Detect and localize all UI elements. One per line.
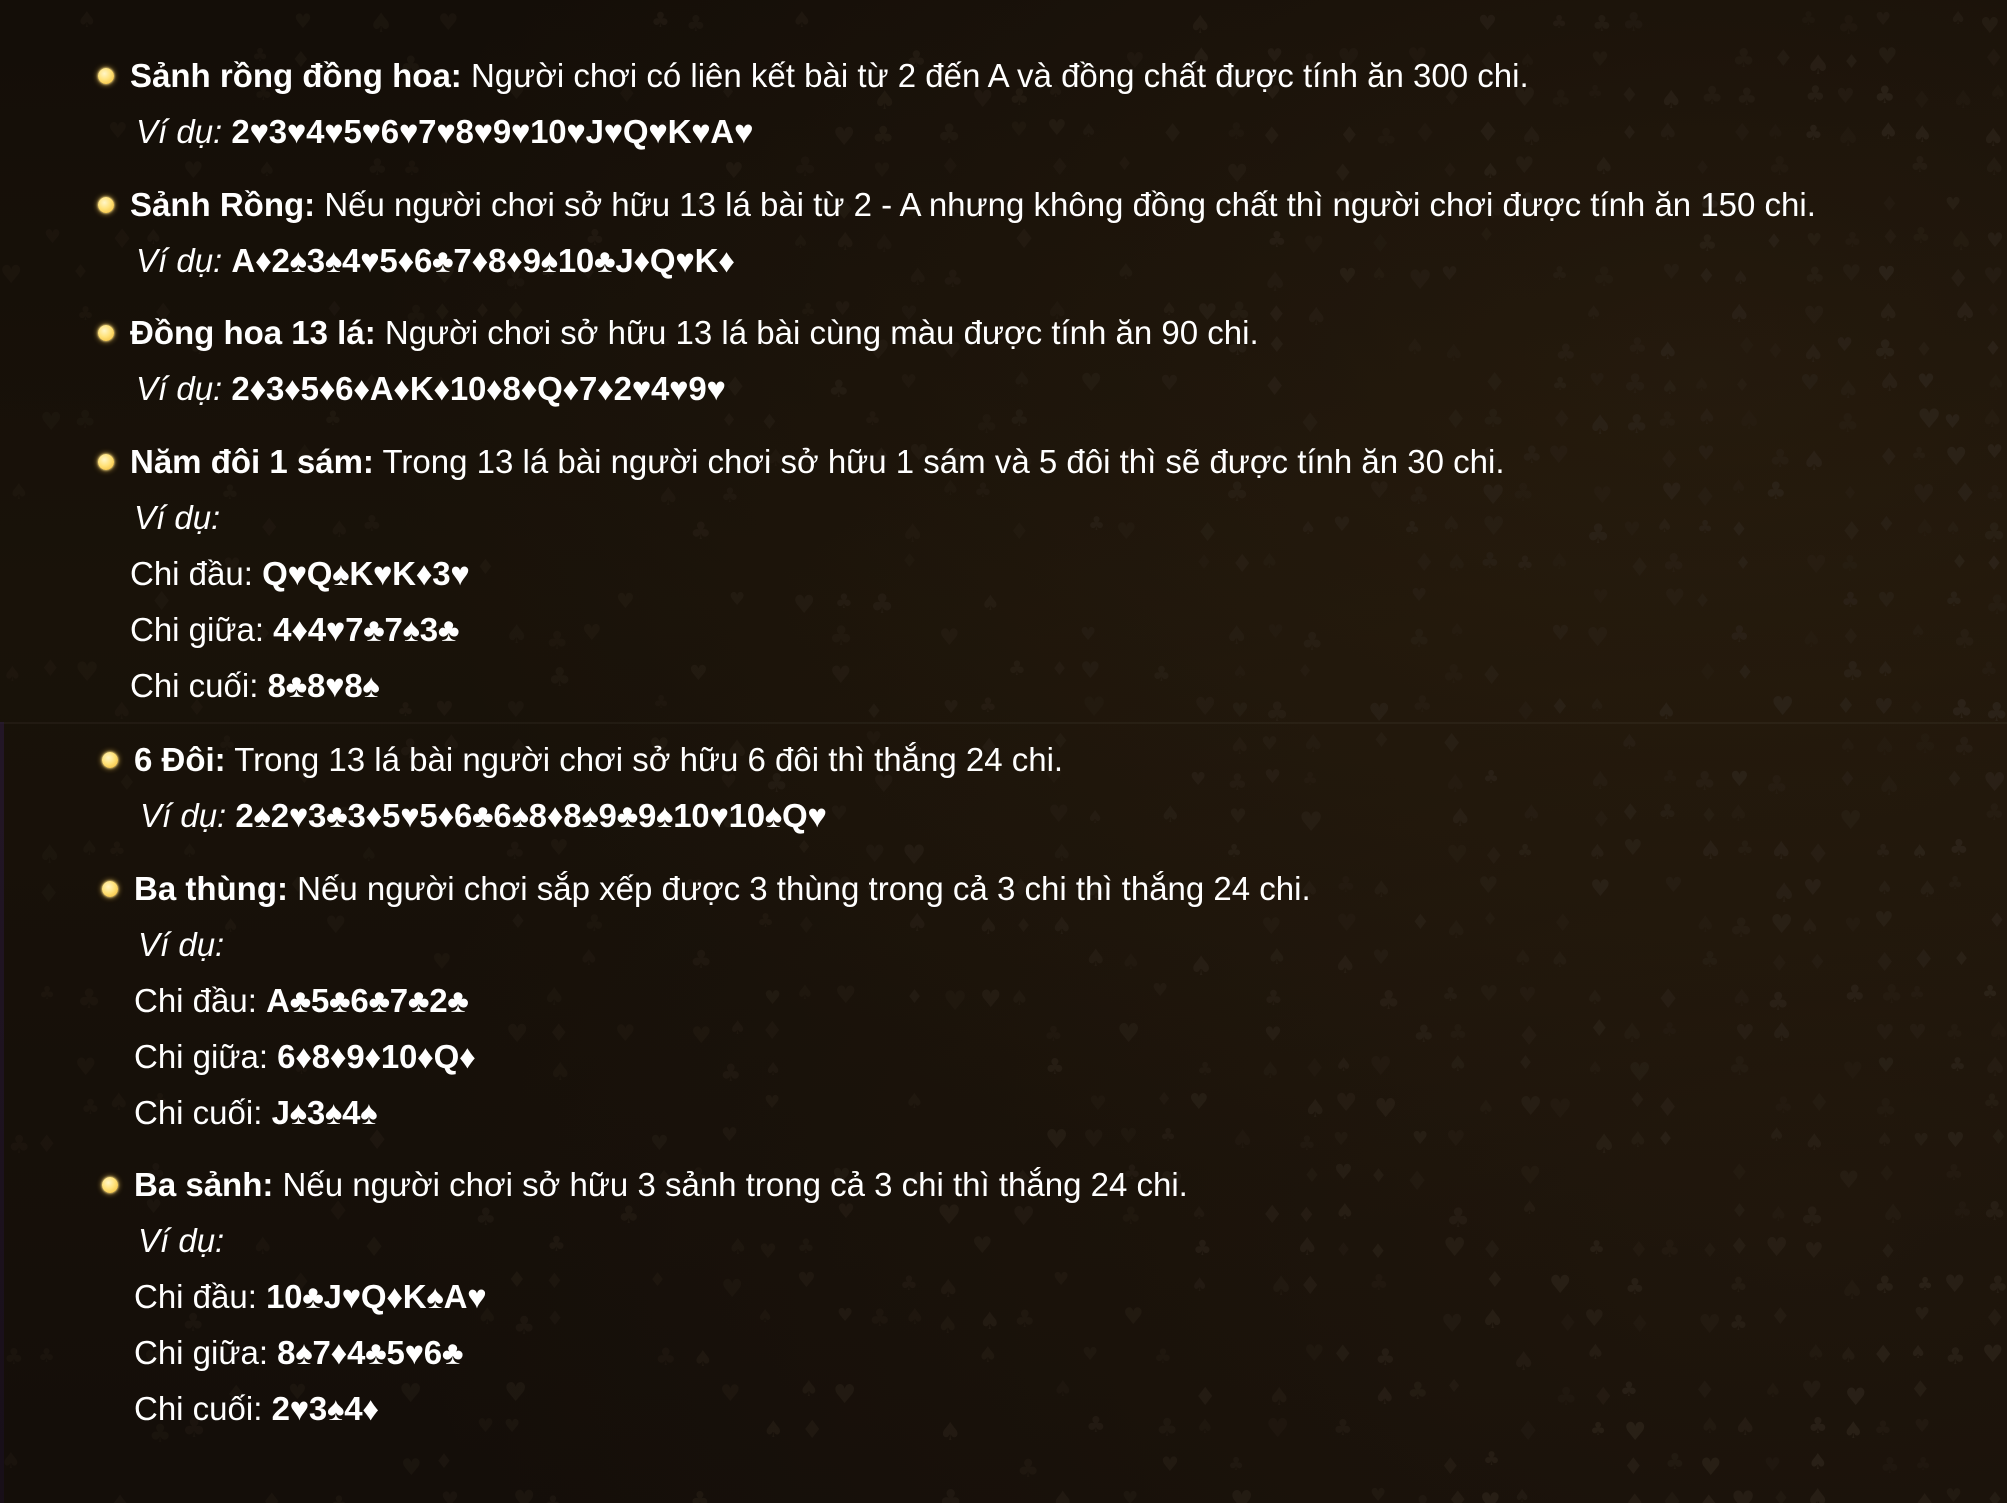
rules-list: Sảnh rồng đồng hoa: Người chơi có liên k…: [0, 0, 2007, 1503]
row-cards: 10♣J♥Q♦K♠A♥: [266, 1278, 487, 1315]
rule-heading: Sảnh rồng đồng hoa: Người chơi có liên k…: [96, 48, 1976, 104]
rule-title: Đồng hoa 13 lá:: [130, 314, 376, 351]
example-label: Ví dụ:: [140, 797, 227, 834]
rule-title: Sảnh rồng đồng hoa:: [130, 57, 462, 94]
hand-row-chi-giua: Chi giữa: 6♦8♦9♦10♦Q♦: [96, 1029, 1976, 1085]
bullet-icon: [102, 752, 118, 768]
row-label: Chi giữa:: [130, 611, 274, 648]
rule-title: Ba sảnh:: [134, 1166, 274, 1203]
rule-description: Nếu người chơi sở hữu 13 lá bài từ 2 - A…: [315, 186, 1816, 223]
rule-example: Ví dụ: 2♠2♥3♣3♦5♥5♦6♣6♠8♦8♠9♣9♠10♥10♠Q♥: [96, 788, 1976, 844]
row-cards: 2♥3♠4♦: [271, 1390, 380, 1427]
hand-row-chi-giua: Chi giữa: 8♠7♦4♣5♥6♣: [96, 1325, 1976, 1381]
bullet-icon: [98, 68, 114, 84]
row-cards: A♣5♣6♣7♣2♣: [266, 982, 469, 1019]
hand-row-chi-dau: Chi đầu: 10♣J♥Q♦K♠A♥: [96, 1269, 1976, 1325]
rule-item-sanh-rong: Sảnh Rồng: Nếu người chơi sở hữu 13 lá b…: [96, 177, 1976, 289]
rule-title: Năm đôi 1 sám:: [130, 443, 374, 480]
example-label: Ví dụ:: [134, 499, 221, 536]
rule-description: Trong 13 lá bài người chơi sở hữu 1 sám …: [373, 443, 1505, 480]
rule-description: Nếu người chơi sở hữu 3 sảnh trong cả 3 …: [273, 1166, 1188, 1203]
hand-row-chi-giua: Chi giữa: 4♦4♥7♣7♠3♣: [96, 602, 1976, 658]
example-label: Ví dụ:: [138, 1222, 225, 1259]
example-cards: 2♥3♥4♥5♥6♥7♥8♥9♥10♥J♥Q♥K♥A♥: [231, 113, 754, 150]
rule-item-sanh-rong-dong-hoa: Sảnh rồng đồng hoa: Người chơi có liên k…: [96, 48, 1976, 160]
row-label: Chi đầu:: [130, 555, 263, 592]
rule-heading: Ba thùng: Nếu người chơi sắp xếp được 3 …: [96, 861, 1976, 917]
hand-row-chi-dau: Chi đầu: A♣5♣6♣7♣2♣: [96, 973, 1976, 1029]
row-cards: 4♦4♥7♣7♠3♣: [273, 611, 460, 648]
rule-item-nam-doi-1-sam: Năm đôi 1 sám: Trong 13 lá bài người chơ…: [96, 434, 1976, 714]
bullet-icon: [102, 881, 118, 897]
hand-row-chi-cuoi: Chi cuối: 2♥3♠4♦: [96, 1381, 1976, 1437]
rule-description: Nếu người chơi sắp xếp được 3 thùng tron…: [287, 870, 1311, 907]
bullet-icon: [102, 1177, 118, 1193]
hand-row-chi-dau: Chi đầu: Q♥Q♠K♥K♦3♥: [96, 546, 1976, 602]
rule-description: Người chơi có liên kết bài từ 2 đến A và…: [461, 57, 1529, 94]
bullet-icon: [98, 197, 114, 213]
rule-item-ba-thung: Ba thùng: Nếu người chơi sắp xếp được 3 …: [96, 861, 1976, 1141]
rule-heading: Năm đôi 1 sám: Trong 13 lá bài người chơ…: [96, 434, 1976, 490]
row-label: Chi cuối:: [130, 667, 268, 704]
rule-title: Sảnh Rồng:: [130, 186, 316, 223]
row-cards: Q♥Q♠K♥K♦3♥: [262, 555, 470, 592]
example-cards: 2♠2♥3♣3♦5♥5♦6♣6♠8♦8♠9♣9♠10♥10♠Q♥: [235, 797, 827, 834]
rule-item-6-doi: 6 Đôi: Trong 13 lá bài người chơi sở hữu…: [96, 732, 1976, 844]
row-cards: 8♣8♥8♠: [267, 667, 380, 704]
row-label: Chi giữa:: [134, 1334, 278, 1371]
row-cards: 8♠7♦4♣5♥6♣: [277, 1334, 464, 1371]
rule-title: Ba thùng:: [134, 870, 288, 907]
example-label: Ví dụ:: [136, 370, 223, 407]
row-label: Chi giữa:: [134, 1038, 278, 1075]
rule-example: Ví dụ: A♦2♠3♠4♥5♦6♣7♦8♦9♠10♣J♦Q♥K♦: [96, 233, 1976, 289]
hand-row-chi-cuoi: Chi cuối: J♠3♠4♠: [96, 1085, 1976, 1141]
row-cards: J♠3♠4♠: [271, 1094, 378, 1131]
hand-row-chi-cuoi: Chi cuối: 8♣8♥8♠: [96, 658, 1976, 714]
rule-heading: 6 Đôi: Trong 13 lá bài người chơi sở hữu…: [96, 732, 1976, 788]
rule-heading: Sảnh Rồng: Nếu người chơi sở hữu 13 lá b…: [96, 177, 1976, 233]
rule-example: Ví dụ:: [96, 1213, 1976, 1269]
example-label: Ví dụ:: [138, 926, 225, 963]
row-label: Chi đầu:: [134, 982, 267, 1019]
row-cards: 6♦8♦9♦10♦Q♦: [277, 1038, 476, 1075]
example-cards: 2♦3♦5♦6♦A♦K♦10♦8♦Q♦7♦2♥4♥9♥: [231, 370, 726, 407]
rule-description: Trong 13 lá bài người chơi sở hữu 6 đôi …: [225, 741, 1064, 778]
rule-example: Ví dụ:: [96, 490, 1976, 546]
rule-item-dong-hoa-13-la: Đồng hoa 13 lá: Người chơi sở hữu 13 lá …: [96, 305, 1976, 417]
rule-heading: Ba sảnh: Nếu người chơi sở hữu 3 sảnh tr…: [96, 1157, 1976, 1213]
rule-item-ba-sanh: Ba sảnh: Nếu người chơi sở hữu 3 sảnh tr…: [96, 1157, 1976, 1437]
rule-title: 6 Đôi:: [134, 741, 226, 778]
row-label: Chi cuối:: [134, 1094, 272, 1131]
bullet-icon: [98, 454, 114, 470]
example-label: Ví dụ:: [136, 242, 223, 279]
row-label: Chi đầu:: [134, 1278, 267, 1315]
rule-example: Ví dụ: 2♥3♥4♥5♥6♥7♥8♥9♥10♥J♥Q♥K♥A♥: [96, 104, 1976, 160]
rule-example: Ví dụ:: [96, 917, 1976, 973]
rule-description: Người chơi sở hữu 13 lá bài cùng màu đượ…: [375, 314, 1259, 351]
example-cards: A♦2♠3♠4♥5♦6♣7♦8♦9♠10♣J♦Q♥K♦: [231, 242, 735, 279]
rule-heading: Đồng hoa 13 lá: Người chơi sở hữu 13 lá …: [96, 305, 1976, 361]
example-label: Ví dụ:: [136, 113, 223, 150]
row-label: Chi cuối:: [134, 1390, 272, 1427]
bullet-icon: [98, 325, 114, 341]
rule-example: Ví dụ: 2♦3♦5♦6♦A♦K♦10♦8♦Q♦7♦2♥4♥9♥: [96, 361, 1976, 417]
